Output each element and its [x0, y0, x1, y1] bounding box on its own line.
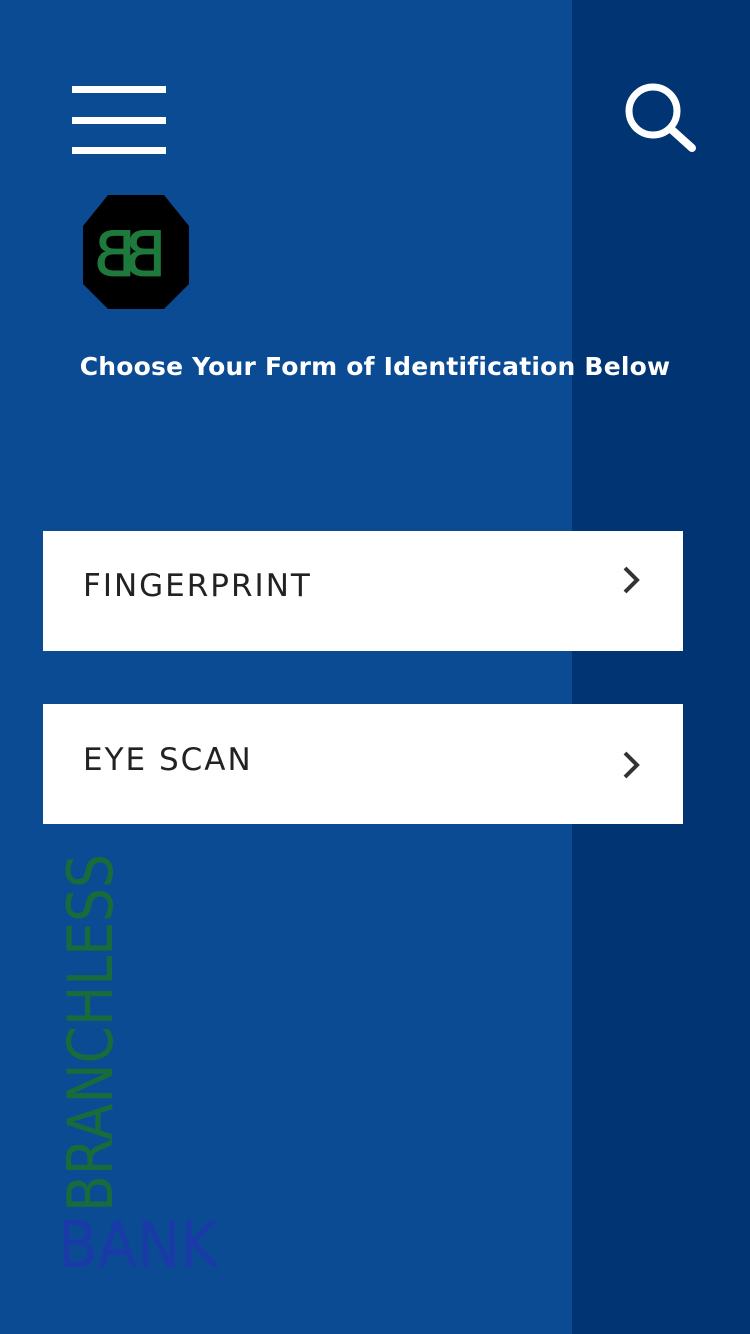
wordmark-branchless: BRANCHLESS: [54, 854, 127, 1212]
page-title: Choose Your Form of Identification Below: [79, 352, 671, 381]
wordmark-bank: BANK: [58, 1209, 220, 1283]
bb-hexagon-logo: BB: [83, 195, 189, 309]
search-button[interactable]: [620, 78, 700, 154]
brand-logo: BB: [82, 194, 190, 310]
right-color-band: [572, 0, 750, 1334]
search-icon: [625, 83, 696, 152]
fingerprint-option-button[interactable]: FINGERPRINT: [43, 531, 683, 651]
chevron-right-icon: [623, 751, 640, 779]
menu-bar-bottom: [72, 147, 166, 154]
menu-button[interactable]: [72, 86, 166, 154]
hamburger-menu-icon: [72, 86, 166, 93]
eye-scan-option-button[interactable]: EYE SCAN: [43, 704, 683, 824]
fingerprint-option-label: FINGERPRINT: [83, 568, 312, 604]
eye-scan-option-label: EYE SCAN: [83, 742, 253, 778]
menu-bar-middle: [72, 117, 166, 124]
chevron-right-icon: [623, 566, 640, 594]
logo-letters: BB: [97, 218, 167, 291]
